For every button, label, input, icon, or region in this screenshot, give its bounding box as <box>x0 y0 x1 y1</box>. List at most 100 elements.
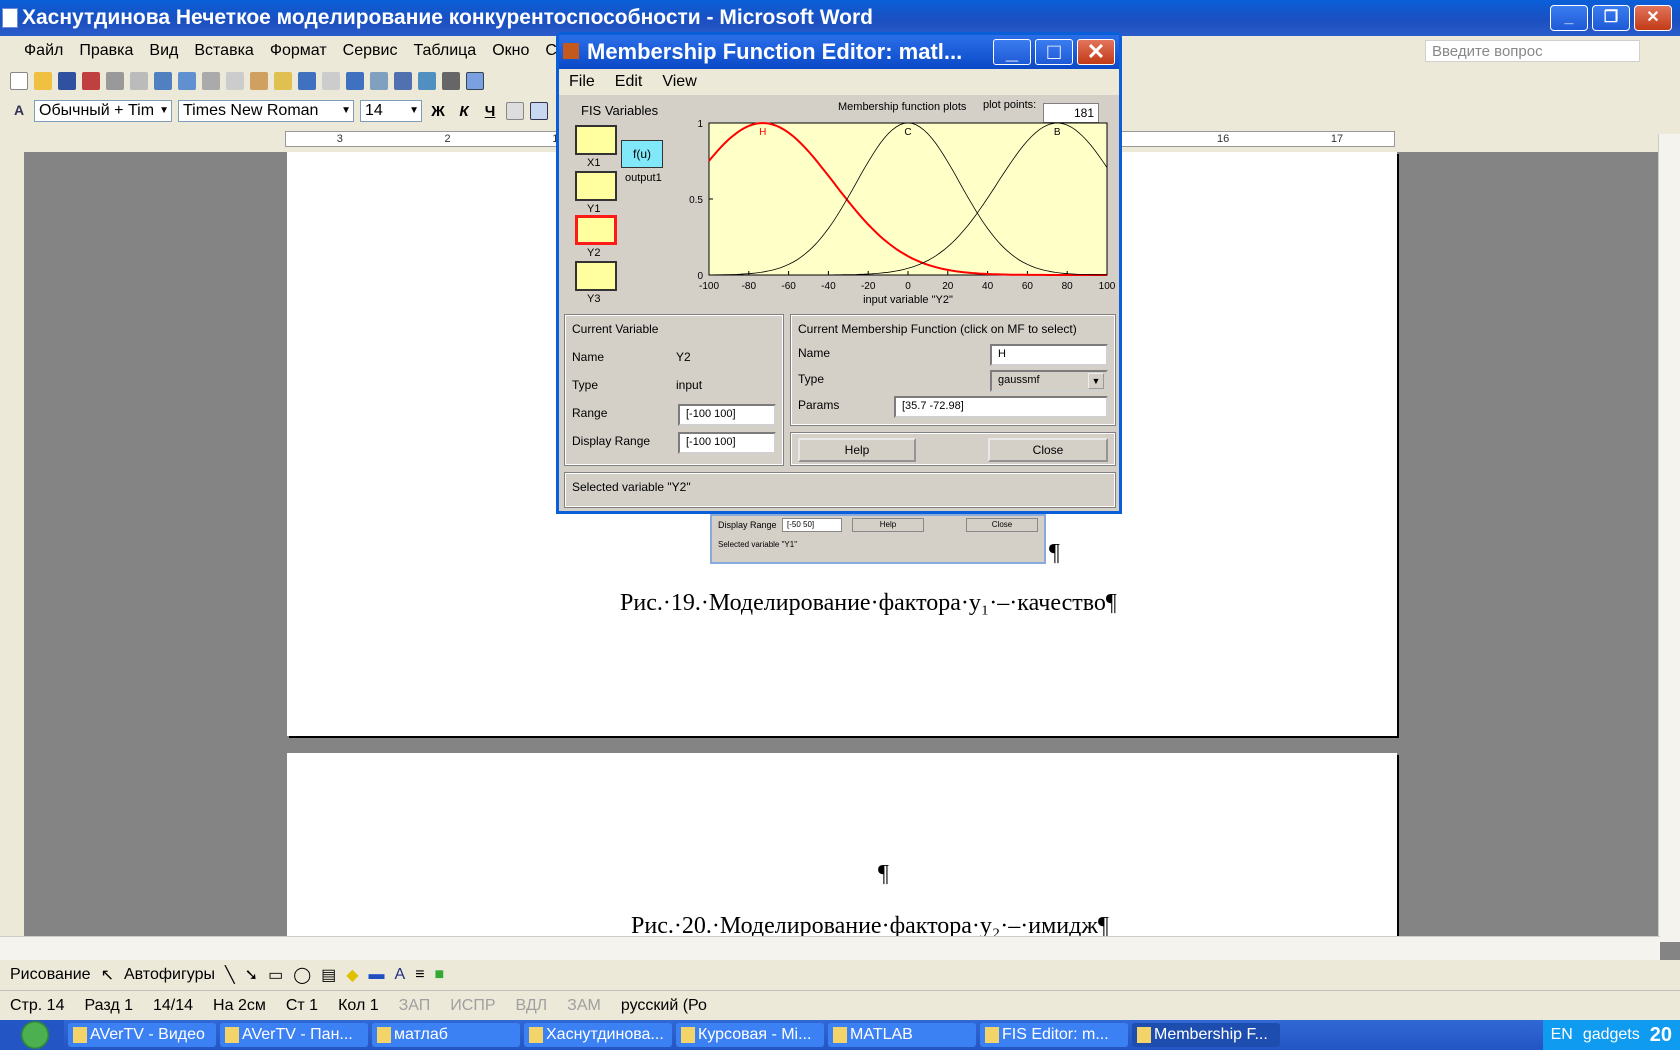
document-page[interactable]: ¶ Рис.·20.·Моделирование·фактора·y₂·–·им… <box>287 753 1397 953</box>
rectangle-icon[interactable]: ▭ <box>268 965 283 985</box>
research-icon[interactable] <box>178 72 196 90</box>
tray-clock[interactable]: 20 <box>1650 1024 1672 1047</box>
select-objects-icon[interactable]: ↖ <box>101 965 114 985</box>
style-combo[interactable]: Обычный + Tim <box>34 100 172 122</box>
columns-icon[interactable] <box>442 72 460 90</box>
hyperlink-icon[interactable] <box>346 72 364 90</box>
underline-button[interactable]: Ч <box>480 103 500 120</box>
new-icon[interactable] <box>10 72 28 90</box>
line-icon[interactable]: ╲ <box>225 965 235 985</box>
size-combo[interactable]: 14 <box>360 100 422 122</box>
chevron-down-icon[interactable]: ▼ <box>1088 373 1104 389</box>
print-icon[interactable] <box>106 72 124 90</box>
undo-icon[interactable] <box>298 72 316 90</box>
insert-table-icon[interactable] <box>394 72 412 90</box>
cv-display-range-field[interactable]: [-100 100] <box>678 432 776 454</box>
embedded-figure-snapshot[interactable]: Display Range [-50 50] Help Close Select… <box>710 514 1046 564</box>
taskbar-item[interactable]: MATLAB <box>828 1023 976 1047</box>
align-left-icon[interactable] <box>506 102 524 120</box>
mf-plot[interactable]: -100 -80 -60 -40 -20 0 20 40 60 80 100 0 0.5 1 input v… <box>683 115 1115 311</box>
cv-range-field[interactable]: [-100 100] <box>678 404 776 426</box>
insert-excel-icon[interactable] <box>418 72 436 90</box>
start-button[interactable] <box>0 1020 64 1050</box>
var-y1-label: Y1 <box>587 203 601 215</box>
mf-maximize-button[interactable]: □ <box>1035 39 1073 65</box>
taskbar-item[interactable]: AVerTV - Пан... <box>220 1023 368 1047</box>
oval-icon[interactable]: ◯ <box>293 965 311 985</box>
menu-file[interactable]: Файл <box>16 42 71 60</box>
line-style-icon[interactable]: ≡ <box>415 966 424 984</box>
ask-question-box[interactable]: Введите вопрос <box>1425 40 1640 62</box>
taskbar-item[interactable]: Курсовая - Mi... <box>676 1023 824 1047</box>
autoshapes-menu[interactable]: Автофигуры <box>124 966 215 984</box>
menu-edit[interactable]: Правка <box>71 42 141 60</box>
permission-icon[interactable] <box>82 72 100 90</box>
tray-language[interactable]: EN <box>1551 1026 1573 1044</box>
menu-tools[interactable]: Сервис <box>335 42 406 60</box>
menu-table[interactable]: Таблица <box>405 42 484 60</box>
cv-display-range-label: Display Range <box>572 434 651 448</box>
paste-icon[interactable] <box>250 72 268 90</box>
tray-gadgets[interactable]: gadgets <box>1583 1026 1640 1044</box>
open-icon[interactable] <box>34 72 52 90</box>
copy-icon[interactable] <box>226 72 244 90</box>
var-y2-box[interactable] <box>575 215 617 245</box>
help-button[interactable]: Help <box>798 438 916 462</box>
mf-name-field[interactable]: H <box>990 344 1108 366</box>
drawing-icon[interactable] <box>466 72 484 90</box>
restore-button[interactable]: ❐ <box>1592 5 1630 31</box>
mf-status-panel: Selected variable "Y2" <box>564 472 1116 508</box>
menu-format[interactable]: Формат <box>262 42 335 60</box>
arrow-icon[interactable]: ➘ <box>245 965 258 985</box>
menu-window[interactable]: Окно <box>484 42 537 60</box>
tables-borders-icon[interactable] <box>370 72 388 90</box>
align-center-icon[interactable] <box>530 102 548 120</box>
shadow-icon[interactable]: ■ <box>435 966 445 984</box>
vertical-scrollbar[interactable] <box>1658 134 1680 942</box>
mf-top-area: FIS Variables Membership function plots … <box>563 97 1115 309</box>
menu-insert[interactable]: Вставка <box>186 42 261 60</box>
print-preview-icon[interactable] <box>130 72 148 90</box>
var-y3-box[interactable] <box>575 261 617 291</box>
x-axis-label: input variable "Y2" <box>863 294 953 306</box>
menu-view[interactable]: Вид <box>141 42 186 60</box>
mf-editor-title-bar: Membership Function Editor: matl... _ □ … <box>559 35 1119 69</box>
mf-menu-view[interactable]: View <box>662 73 696 91</box>
taskbar-item[interactable]: FIS Editor: m... <box>980 1023 1128 1047</box>
var-y1-box[interactable] <box>575 171 617 201</box>
italic-button[interactable]: К <box>454 103 474 120</box>
mf-params-field[interactable]: [35.7 -72.98] <box>894 396 1108 418</box>
fill-color-icon[interactable]: ◆ <box>346 965 358 985</box>
font-color-icon[interactable]: A <box>395 966 406 984</box>
status-bar: Стр. 14 Разд 1 14/14 На 2см Ст 1 Кол 1 З… <box>0 990 1680 1020</box>
redo-icon[interactable] <box>322 72 340 90</box>
minimize-button[interactable]: _ <box>1550 5 1588 31</box>
mf-label-C: C <box>904 127 911 138</box>
close-button[interactable]: ✕ <box>1634 5 1672 31</box>
horizontal-scrollbar[interactable] <box>0 936 1660 960</box>
output-box[interactable]: f(u) <box>621 140 663 168</box>
mf-close-button[interactable]: ✕ <box>1077 39 1115 65</box>
format-painter-icon[interactable] <box>274 72 292 90</box>
bold-button[interactable]: Ж <box>428 103 448 120</box>
spelling-icon[interactable] <box>154 72 172 90</box>
font-combo[interactable]: Times New Roman <box>178 100 354 122</box>
save-icon[interactable] <box>58 72 76 90</box>
cut-icon[interactable] <box>202 72 220 90</box>
drawing-toolbar: Рисование ↖ Автофигуры ╲ ➘ ▭ ◯ ▤ ◆ ▬ A ≡… <box>0 960 1680 990</box>
taskbar-item-active[interactable]: Membership F... <box>1132 1023 1280 1047</box>
line-color-icon[interactable]: ▬ <box>369 966 385 984</box>
mf-plots-label: Membership function plots <box>838 101 967 113</box>
close-mf-button[interactable]: Close <box>988 438 1108 462</box>
mf-menu-file[interactable]: File <box>569 73 595 91</box>
taskbar-item[interactable]: AVerTV - Видео <box>68 1023 216 1047</box>
textbox-icon[interactable]: ▤ <box>321 965 336 985</box>
drawing-menu[interactable]: Рисование <box>10 966 91 984</box>
styles-icon[interactable]: A <box>10 102 28 120</box>
taskbar-item[interactable]: Хаснутдинова... <box>524 1023 672 1047</box>
var-x1-box[interactable] <box>575 125 617 155</box>
taskbar-item[interactable]: матлаб <box>372 1023 520 1047</box>
mf-type-select[interactable]: gaussmf ▼ <box>990 370 1108 392</box>
mf-menu-edit[interactable]: Edit <box>615 73 643 91</box>
mf-minimize-button[interactable]: _ <box>993 39 1031 65</box>
